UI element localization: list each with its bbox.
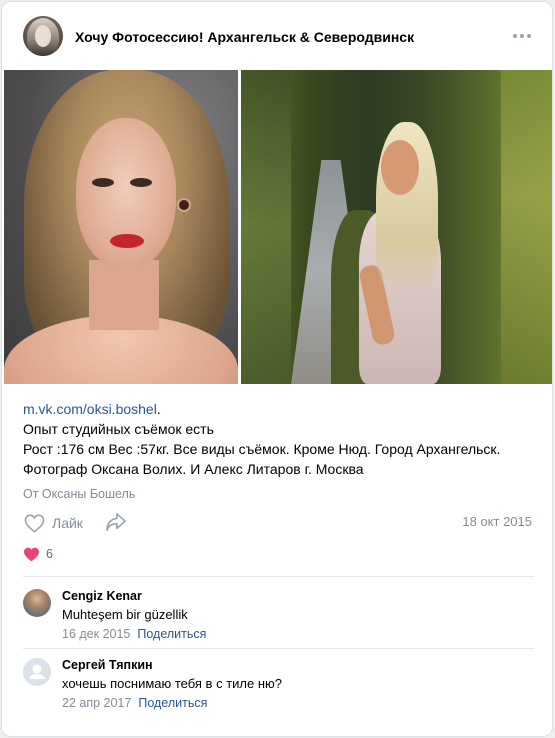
default-user-icon [29,664,45,679]
reactions-summary[interactable]: 6 [23,545,53,563]
commenter-avatar[interactable] [23,589,51,617]
like-button[interactable]: Лайк [24,512,83,534]
wall-post-card: Хочу Фотосессию! Архангельск & Северодви… [1,1,553,737]
photo-eye-left [92,178,114,187]
group-name-link[interactable]: Хочу Фотосессию! Архангельск & Северодви… [75,29,414,45]
comments-divider [23,576,534,577]
commenter-avatar[interactable] [23,658,51,686]
avatar-face-shape [35,25,51,47]
post-date[interactable]: 18 окт 2015 [462,514,532,529]
post-photo-outdoor[interactable] [241,70,552,384]
reactions-count: 6 [46,547,53,561]
photo-foliage-right [501,70,552,384]
photo-eye-right [130,178,152,187]
heart-filled-icon [24,547,39,561]
post-photo-portrait[interactable] [4,70,238,384]
comment-date[interactable]: 22 апр 2017 [62,696,131,710]
post-header: Хочу Фотосессию! Архангельск & Северодви… [2,2,552,70]
comment-author[interactable]: Cengiz Kenar [62,589,142,603]
comment-text: хочешь поснимаю тебя в с тиле ню? [62,676,282,691]
comment-author[interactable]: Сергей Тяпкин [62,658,153,672]
photo-earring-shape [177,198,191,212]
post-text-line: m.vk.com/oksi.boshel. [23,399,543,419]
post-text-line: Фотограф Оксана Волих. И Алекс Литаров г… [23,461,364,477]
photo-foliage-left [241,70,291,384]
post-signature[interactable]: От Оксаны Бошель [23,487,135,501]
comment-text: Muhteşem bir güzellik [62,607,188,622]
post-text-line: Опыт студийных съёмок есть [23,421,214,437]
like-label: Лайк [52,515,83,531]
group-avatar[interactable] [23,16,63,56]
profile-link[interactable]: m.vk.com/oksi.boshel [23,401,157,417]
comment-share-link[interactable]: Поделиться [138,696,207,710]
more-horizontal-icon[interactable] [513,27,531,43]
post-text: m.vk.com/oksi.boshel. Опыт студийных съё… [23,399,543,479]
comment-meta: 16 дек 2015 Поделиться [62,627,206,641]
photo-lips-shape [110,234,144,248]
post-text-line: Рост :176 см Вес :57кг. Все виды съёмок.… [23,441,501,457]
link-suffix: . [156,401,161,417]
comment-meta: 22 апр 2017 Поделиться [62,696,207,710]
photo-face-shape [381,140,419,195]
comment-date[interactable]: 16 дек 2015 [62,627,130,641]
share-arrow-icon[interactable] [105,512,127,532]
comments-divider [23,648,534,649]
comment-share-link[interactable]: Поделиться [137,627,206,641]
photo-neck-shape [89,260,159,330]
heart-outline-icon [24,514,45,533]
